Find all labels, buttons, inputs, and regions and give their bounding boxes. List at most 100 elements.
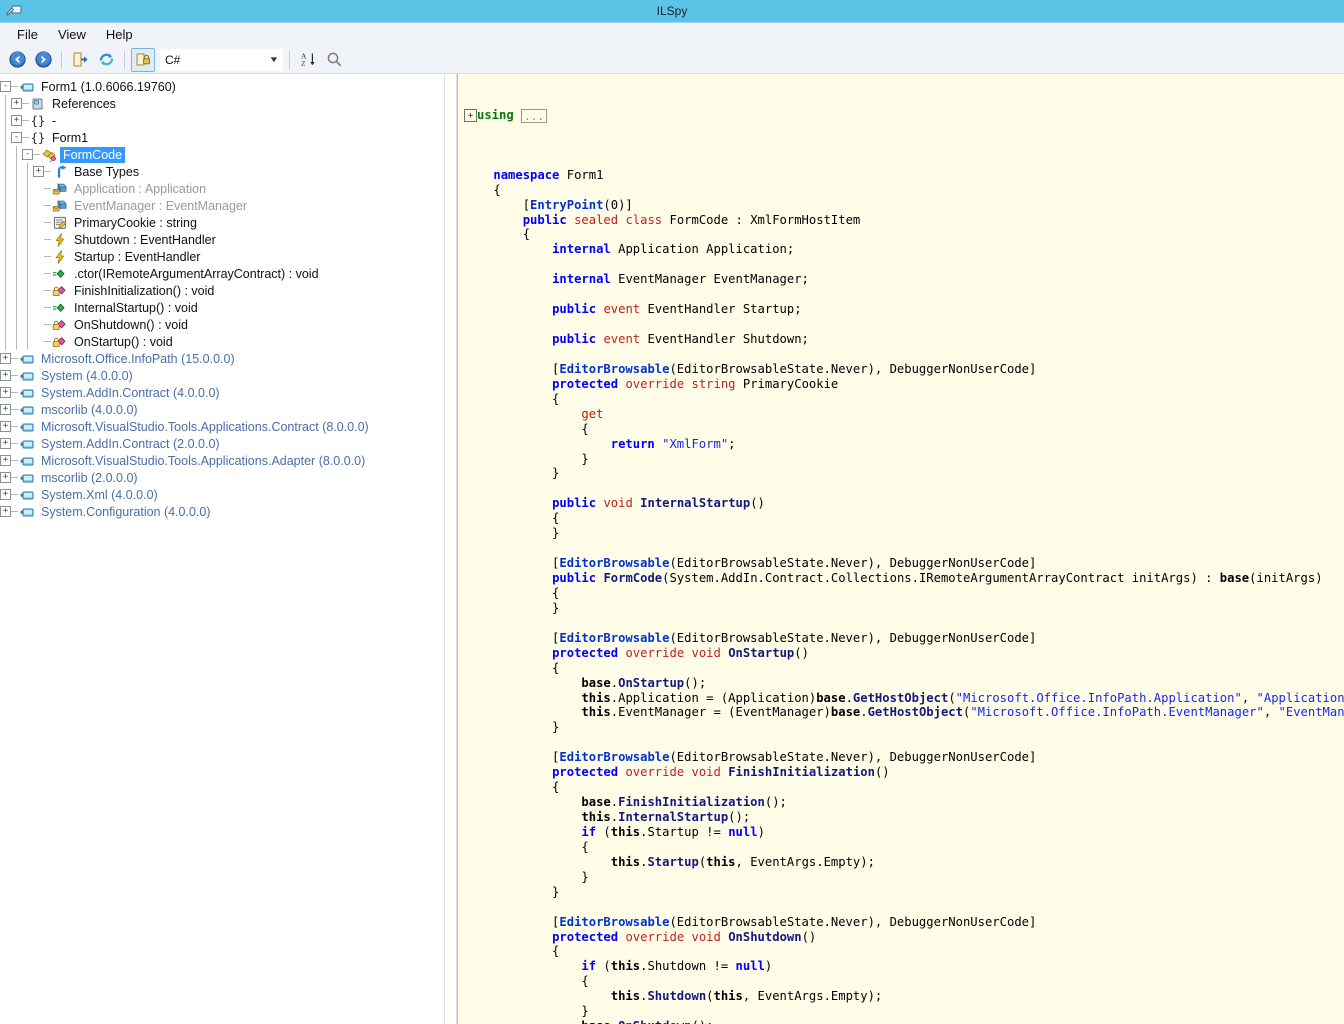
minus-icon[interactable]: - [22,149,33,160]
tree-node[interactable]: + System.AddIn.Contract (2.0.0.0) [0,435,443,452]
tree-node[interactable]: + System.AddIn.Contract (4.0.0.0) [0,384,443,401]
assembly-tree-panel[interactable]: - Form1 (1.0.6066.19760) + References +{} - -{… [0,74,444,1024]
tree-node-label[interactable]: EventManager : EventManager [71,198,250,214]
tree-node-label[interactable]: Base Types [71,164,142,180]
tree-node[interactable]: Application : Application [0,180,443,197]
code-fold-line[interactable]: + using ... [464,108,1344,124]
tree-node-label[interactable]: FinishInitialization() : void [71,283,217,299]
tree-node-label[interactable]: OnShutdown() : void [71,317,191,333]
tree-node-label[interactable]: System.Configuration (4.0.0.0) [38,504,214,520]
tree-expander[interactable]: + [0,506,11,517]
tree-node[interactable]: + mscorlib (4.0.0.0) [0,401,443,418]
tree-node-label[interactable]: Shutdown : EventHandler [71,232,219,248]
tree-node[interactable]: + System.Configuration (4.0.0.0) [0,503,443,520]
tree-node[interactable]: - Form1 (1.0.6066.19760) [0,78,443,95]
tree-node[interactable]: + Microsoft.VisualStudio.Tools.Applicatio… [0,452,443,469]
tree-expander[interactable]: + [0,387,11,398]
tree-expander[interactable]: - [0,81,11,92]
decompiled-code-panel[interactable]: + using ... namespace Form1 { [EntryPoint… [457,74,1344,1024]
tree-node[interactable]: FinishInitialization() : void [0,282,443,299]
tree-node[interactable]: - FormCode [0,146,443,163]
tree-expander[interactable]: + [0,438,11,449]
tree-node-label[interactable]: - [49,113,59,129]
tree-node-label[interactable]: System.AddIn.Contract (4.0.0.0) [38,385,223,401]
tree-expander[interactable]: + [0,472,11,483]
plus-icon[interactable]: + [0,489,11,500]
tree-node-label[interactable]: Microsoft.Office.InfoPath (15.0.0.0) [38,351,238,367]
plus-icon[interactable]: + [0,455,11,466]
search-button[interactable] [322,48,346,72]
tree-expander[interactable]: + [0,421,11,432]
tree-node[interactable]: Startup : EventHandler [0,248,443,265]
tree-node[interactable]: + System (4.0.0.0) [0,367,443,384]
tree-node[interactable]: EventManager : EventManager [0,197,443,214]
tree-node[interactable]: .ctor(IRemoteArgumentArrayContract) : vo… [0,265,443,282]
code-text[interactable]: + using ... namespace Form1 { [EntryPoint… [458,74,1344,1024]
open-assembly-button[interactable] [68,48,92,72]
tree-node-label[interactable]: References [49,96,119,112]
tree-node-label[interactable]: Application : Application [71,181,209,197]
tree-node[interactable]: OnStartup() : void [0,333,443,350]
back-button[interactable] [5,48,29,72]
tree-node-label[interactable]: System.AddIn.Contract (2.0.0.0) [38,436,223,452]
tree-node-label[interactable]: mscorlib (4.0.0.0) [38,402,141,418]
plus-icon[interactable]: + [0,370,11,381]
tree-node[interactable]: InternalStartup() : void [0,299,443,316]
tree-expander[interactable]: + [0,455,11,466]
plus-icon[interactable]: + [0,387,11,398]
panel-splitter[interactable] [444,74,457,1024]
tree-node[interactable]: + Microsoft.Office.InfoPath (15.0.0.0) [0,350,443,367]
tree-expander[interactable]: + [0,489,11,500]
tree-node-label[interactable]: InternalStartup() : void [71,300,201,316]
tree-node-label[interactable]: Form1 [49,130,91,146]
show-internal-types-button[interactable] [131,47,155,72]
tree-node[interactable]: + References [0,95,443,112]
tree-node[interactable]: + {} - [0,112,443,129]
tree-expander[interactable]: + [0,353,11,364]
plus-icon[interactable]: + [0,353,11,364]
plus-icon[interactable]: + [33,166,44,177]
tree-expander[interactable]: + [11,98,22,109]
minus-icon[interactable]: - [0,81,11,92]
plus-icon[interactable]: + [11,115,22,126]
menu-view[interactable]: View [49,25,95,44]
tree-node-label[interactable]: System.Xml (4.0.0.0) [38,487,161,503]
tree-node[interactable]: Shutdown : EventHandler [0,231,443,248]
tree-node-label[interactable]: Microsoft.VisualStudio.Tools.Application… [38,419,372,435]
minus-icon[interactable]: - [11,132,22,143]
tree-node[interactable]: + System.Xml (4.0.0.0) [0,486,443,503]
tree-expander[interactable]: + [11,115,22,126]
tree-node[interactable]: + Microsoft.VisualStudio.Tools.Applicatio… [0,418,443,435]
tree-node[interactable]: -{} Form1 [0,129,443,146]
forward-button[interactable] [31,48,55,72]
refresh-button[interactable] [94,48,118,72]
tree-node-label[interactable]: Form1 (1.0.6066.19760) [38,79,179,95]
tree-expander[interactable]: - [11,132,22,143]
tree-expander[interactable]: + [33,166,44,177]
tree-node[interactable]: OnShutdown() : void [0,316,443,333]
tree-node-label[interactable]: OnStartup() : void [71,334,176,350]
tree-node[interactable]: + mscorlib (2.0.0.0) [0,469,443,486]
tree-node-label[interactable]: System (4.0.0.0) [38,368,136,384]
menu-help[interactable]: Help [97,25,142,44]
tree-node[interactable]: PrimaryCookie : string [0,214,443,231]
plus-icon[interactable]: + [0,404,11,415]
fold-expand-icon[interactable]: + [464,109,477,123]
menu-file[interactable]: File [8,25,47,44]
tree-node-label[interactable]: FormCode [60,146,126,163]
plus-icon[interactable]: + [0,472,11,483]
sort-button[interactable]: A Z [296,48,320,72]
tree-node-label[interactable]: .ctor(IRemoteArgumentArrayContract) : vo… [71,266,322,282]
tree-node-label[interactable]: Microsoft.VisualStudio.Tools.Application… [38,453,368,469]
tree-node-label[interactable]: Startup : EventHandler [71,249,203,265]
tree-expander[interactable]: + [0,370,11,381]
language-combobox[interactable]: C# ▼ [160,48,283,71]
plus-icon[interactable]: + [0,438,11,449]
tree-node-label[interactable]: PrimaryCookie : string [71,215,200,231]
tree-node[interactable]: + Base Types [0,163,443,180]
tree-node-label[interactable]: mscorlib (2.0.0.0) [38,470,141,486]
plus-icon[interactable]: + [0,421,11,432]
plus-icon[interactable]: + [11,98,22,109]
tree-expander[interactable]: + [0,404,11,415]
assembly-tree[interactable]: - Form1 (1.0.6066.19760) + References +{} - -{… [0,74,443,520]
